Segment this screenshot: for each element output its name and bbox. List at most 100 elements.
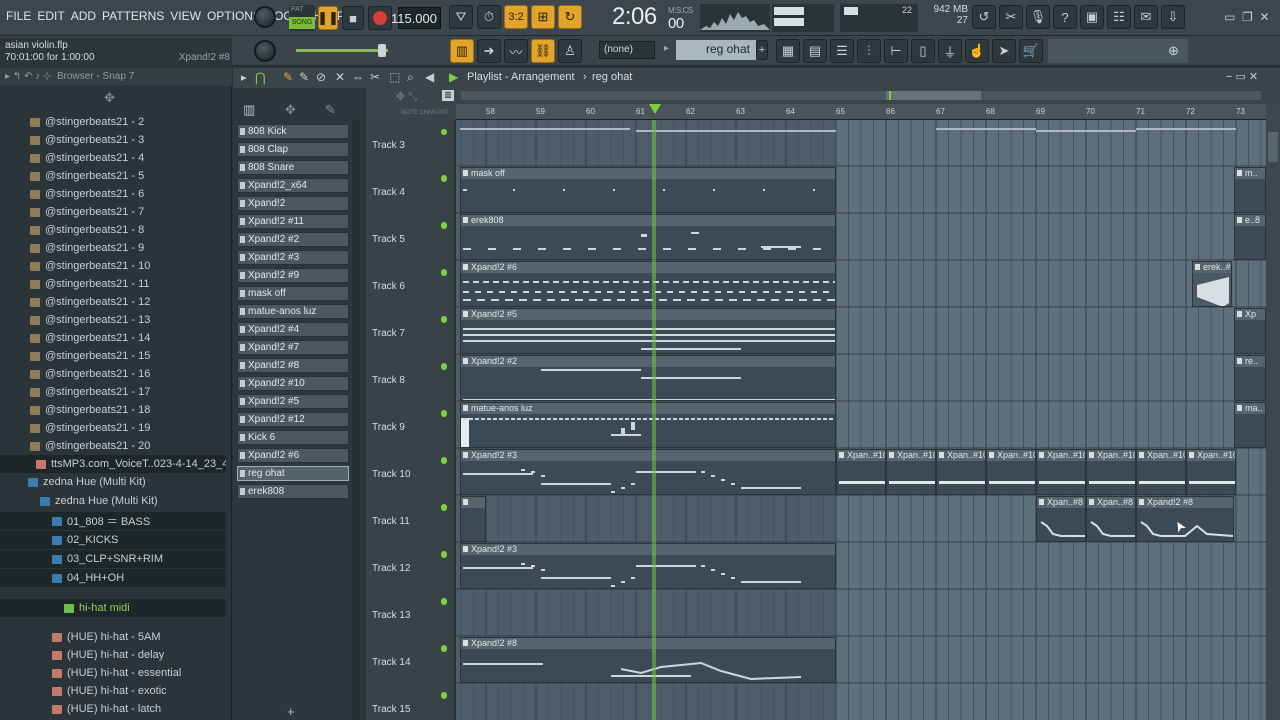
track-mute-led[interactable] xyxy=(441,552,447,558)
track-mute-led[interactable] xyxy=(441,693,447,699)
pattern-clip[interactable]: Xpan..#8 xyxy=(1086,496,1136,542)
playlist-view-button[interactable]: ▦ xyxy=(776,39,800,63)
browser-item-stinger[interactable]: @stingerbeats21 - 8 xyxy=(0,221,226,239)
pattern-clip[interactable]: Xpan..#8 xyxy=(1036,496,1086,542)
channel-button[interactable]: reg ohat xyxy=(237,466,349,481)
pattern-clip[interactable]: Xpand!2 #6 xyxy=(460,261,836,307)
track-name[interactable]: Track 14 xyxy=(372,657,411,668)
close-icon[interactable]: ✕ xyxy=(1259,10,1269,24)
track-name[interactable]: Track 8 xyxy=(372,375,405,386)
pattern-clip[interactable]: Xpan..#10 xyxy=(836,449,886,495)
download-button[interactable]: ⇩ xyxy=(1161,5,1185,29)
channel-button[interactable]: Xpand!2 #5 xyxy=(237,394,349,409)
browser-collapse-icon[interactable]: ✥ xyxy=(104,90,115,106)
browser-item-stinger[interactable]: @stingerbeats21 - 2 xyxy=(0,113,226,131)
browser-item-stinger[interactable]: @stingerbeats21 - 4 xyxy=(0,149,226,167)
slice-tool-icon[interactable]: ✂ xyxy=(370,70,380,84)
browser-item-stinger[interactable]: @stingerbeats21 - 18 xyxy=(0,401,226,419)
channel-button[interactable]: Kick 6 xyxy=(237,430,349,445)
pattern-clip[interactable]: e..8 xyxy=(1234,214,1266,260)
track-name[interactable]: Track 7 xyxy=(372,328,405,339)
restore-icon[interactable]: ❐ xyxy=(1242,10,1253,24)
channel-button[interactable]: 808 Snare xyxy=(237,160,349,175)
channel-button[interactable]: Xpand!2 xyxy=(237,196,349,211)
pattern-clip[interactable]: Xpand!2 #5 xyxy=(460,308,836,354)
loop-record-button[interactable]: ↻ xyxy=(558,5,582,29)
minimize-icon[interactable]: ▭ xyxy=(1224,10,1235,24)
record-button[interactable] xyxy=(368,6,392,30)
pattern-clip[interactable]: Xpan..#10 xyxy=(1036,449,1086,495)
chat-button[interactable]: ✉ xyxy=(1134,5,1158,29)
track-mute-led[interactable] xyxy=(441,411,447,417)
browser-item-stinger[interactable]: @stingerbeats21 - 16 xyxy=(0,365,226,383)
browser-item-stinger[interactable]: @stingerbeats21 - 9 xyxy=(0,239,226,257)
browser-item-midi[interactable]: hi-hat midi xyxy=(0,599,226,617)
track-name[interactable]: Track 5 xyxy=(372,234,405,245)
browser-folder-zedna[interactable]: zedna Hue (Multi Kit) xyxy=(0,473,226,491)
help-button[interactable]: ? xyxy=(1053,5,1077,29)
paint-tool-icon[interactable]: ✎ xyxy=(299,70,309,84)
zoom-tool-icon[interactable]: ⌕ xyxy=(407,70,414,85)
browser-folder-zedna-sub[interactable]: zedna Hue (Multi Kit) xyxy=(0,492,226,510)
pattern-clip[interactable]: Xpand!2 #3 xyxy=(460,543,836,589)
project-button[interactable]: ▯ xyxy=(911,39,935,63)
slip-tool-icon[interactable]: ⇔ xyxy=(352,70,364,84)
track-name[interactable]: Track 9 xyxy=(372,422,405,433)
browser-item-hat[interactable]: (HUE) hi-hat - exotic xyxy=(0,682,226,700)
mic-button[interactable]: 🎙 xyxy=(1026,5,1050,29)
track-mute-led[interactable] xyxy=(441,176,447,182)
pencil-icon[interactable]: ✎ xyxy=(325,102,336,118)
arrow-button[interactable]: ➜ xyxy=(477,39,501,63)
browser-item-stinger[interactable]: @stingerbeats21 - 12 xyxy=(0,293,226,311)
channel-button[interactable]: Xpand!2 #7 xyxy=(237,340,349,355)
track-name[interactable]: Track 4 xyxy=(372,187,405,198)
browser-item-stinger[interactable]: @stingerbeats21 - 15 xyxy=(0,347,226,365)
pattern-clip[interactable]: Xpan..#10 xyxy=(986,449,1036,495)
pattern-clip[interactable]: Xp xyxy=(1234,308,1266,354)
browser-folder-kit[interactable]: 03_CLP+SNR+RIM xyxy=(0,550,226,568)
channelrack-view-button[interactable]: ☰ xyxy=(830,39,854,63)
menu-edit[interactable]: EDIT xyxy=(37,9,64,23)
graph-icon[interactable]: ✥ xyxy=(285,102,296,118)
track-mute-led[interactable] xyxy=(441,129,447,135)
channel-button[interactable]: erek808 xyxy=(237,484,349,499)
delete-tool-icon[interactable]: ⊘ xyxy=(316,70,326,84)
pattern-clip[interactable]: matue-anos luz xyxy=(460,402,836,448)
snap-line-button[interactable]: 〰 xyxy=(504,39,528,63)
track-name[interactable]: Track 6 xyxy=(372,281,405,292)
browser-item-stinger[interactable]: @stingerbeats21 - 17 xyxy=(0,383,226,401)
playlist-button[interactable]: ▥ xyxy=(450,39,474,63)
menu-patterns[interactable]: PATTERNS xyxy=(102,9,164,23)
pattern-prev-icon[interactable]: ▸ xyxy=(664,43,669,54)
channel-button[interactable]: Xpand!2 #2 xyxy=(237,232,349,247)
mixer-view-button[interactable]: ⫶ xyxy=(857,39,881,63)
add-pattern-button[interactable]: + xyxy=(756,40,768,60)
touch-button[interactable]: ☝ xyxy=(965,39,989,63)
song-time-display[interactable]: 2:06 M:S:CS 00 xyxy=(612,3,694,33)
track-name[interactable]: Track 12 xyxy=(372,563,411,574)
save-button[interactable]: ▣ xyxy=(1080,5,1104,29)
browser-item-hat[interactable]: (HUE) hi-hat - 5AM xyxy=(0,628,226,646)
magnet-icon[interactable]: ⋂ xyxy=(255,70,266,86)
pause-button[interactable]: ❚❚ xyxy=(317,6,339,30)
pattern-clip[interactable]: erek808 xyxy=(460,214,836,260)
browser-item-hat[interactable]: (HUE) hi-hat - latch xyxy=(0,700,226,718)
browser-item-stinger[interactable]: @stingerbeats21 - 11 xyxy=(0,275,226,293)
pattern-clip[interactable]: erek..#2 xyxy=(1192,261,1232,307)
browser-folder-kit[interactable]: 04_HH+OH xyxy=(0,569,226,587)
mixer-button[interactable]: ☷ xyxy=(1107,5,1131,29)
track-mute-led[interactable] xyxy=(441,317,447,323)
browser-item-stinger[interactable]: @stingerbeats21 - 6 xyxy=(0,185,226,203)
playlist-scrollbar[interactable] xyxy=(1266,104,1280,720)
menu-options[interactable]: OPTIONS xyxy=(207,9,261,23)
mute-tool-icon[interactable]: ✕ xyxy=(335,70,345,84)
track-name[interactable]: Track 15 xyxy=(372,704,411,715)
track-mute-led[interactable] xyxy=(441,505,447,511)
channel-button[interactable]: Xpand!2 #11 xyxy=(237,214,349,229)
playlist-grid[interactable]: mask off m.. erek808 e..8 Xpand!2 #6 erek..#2… xyxy=(456,120,1266,720)
wait-button[interactable]: ⏱ xyxy=(477,5,501,29)
pat-song-switch[interactable]: PAT SONG xyxy=(289,5,315,31)
pattern-clip[interactable]: Xpand!2 #8 xyxy=(460,637,836,683)
channel-scrollbar[interactable] xyxy=(352,120,360,720)
browser-view-button[interactable]: ⊢ xyxy=(884,39,908,63)
